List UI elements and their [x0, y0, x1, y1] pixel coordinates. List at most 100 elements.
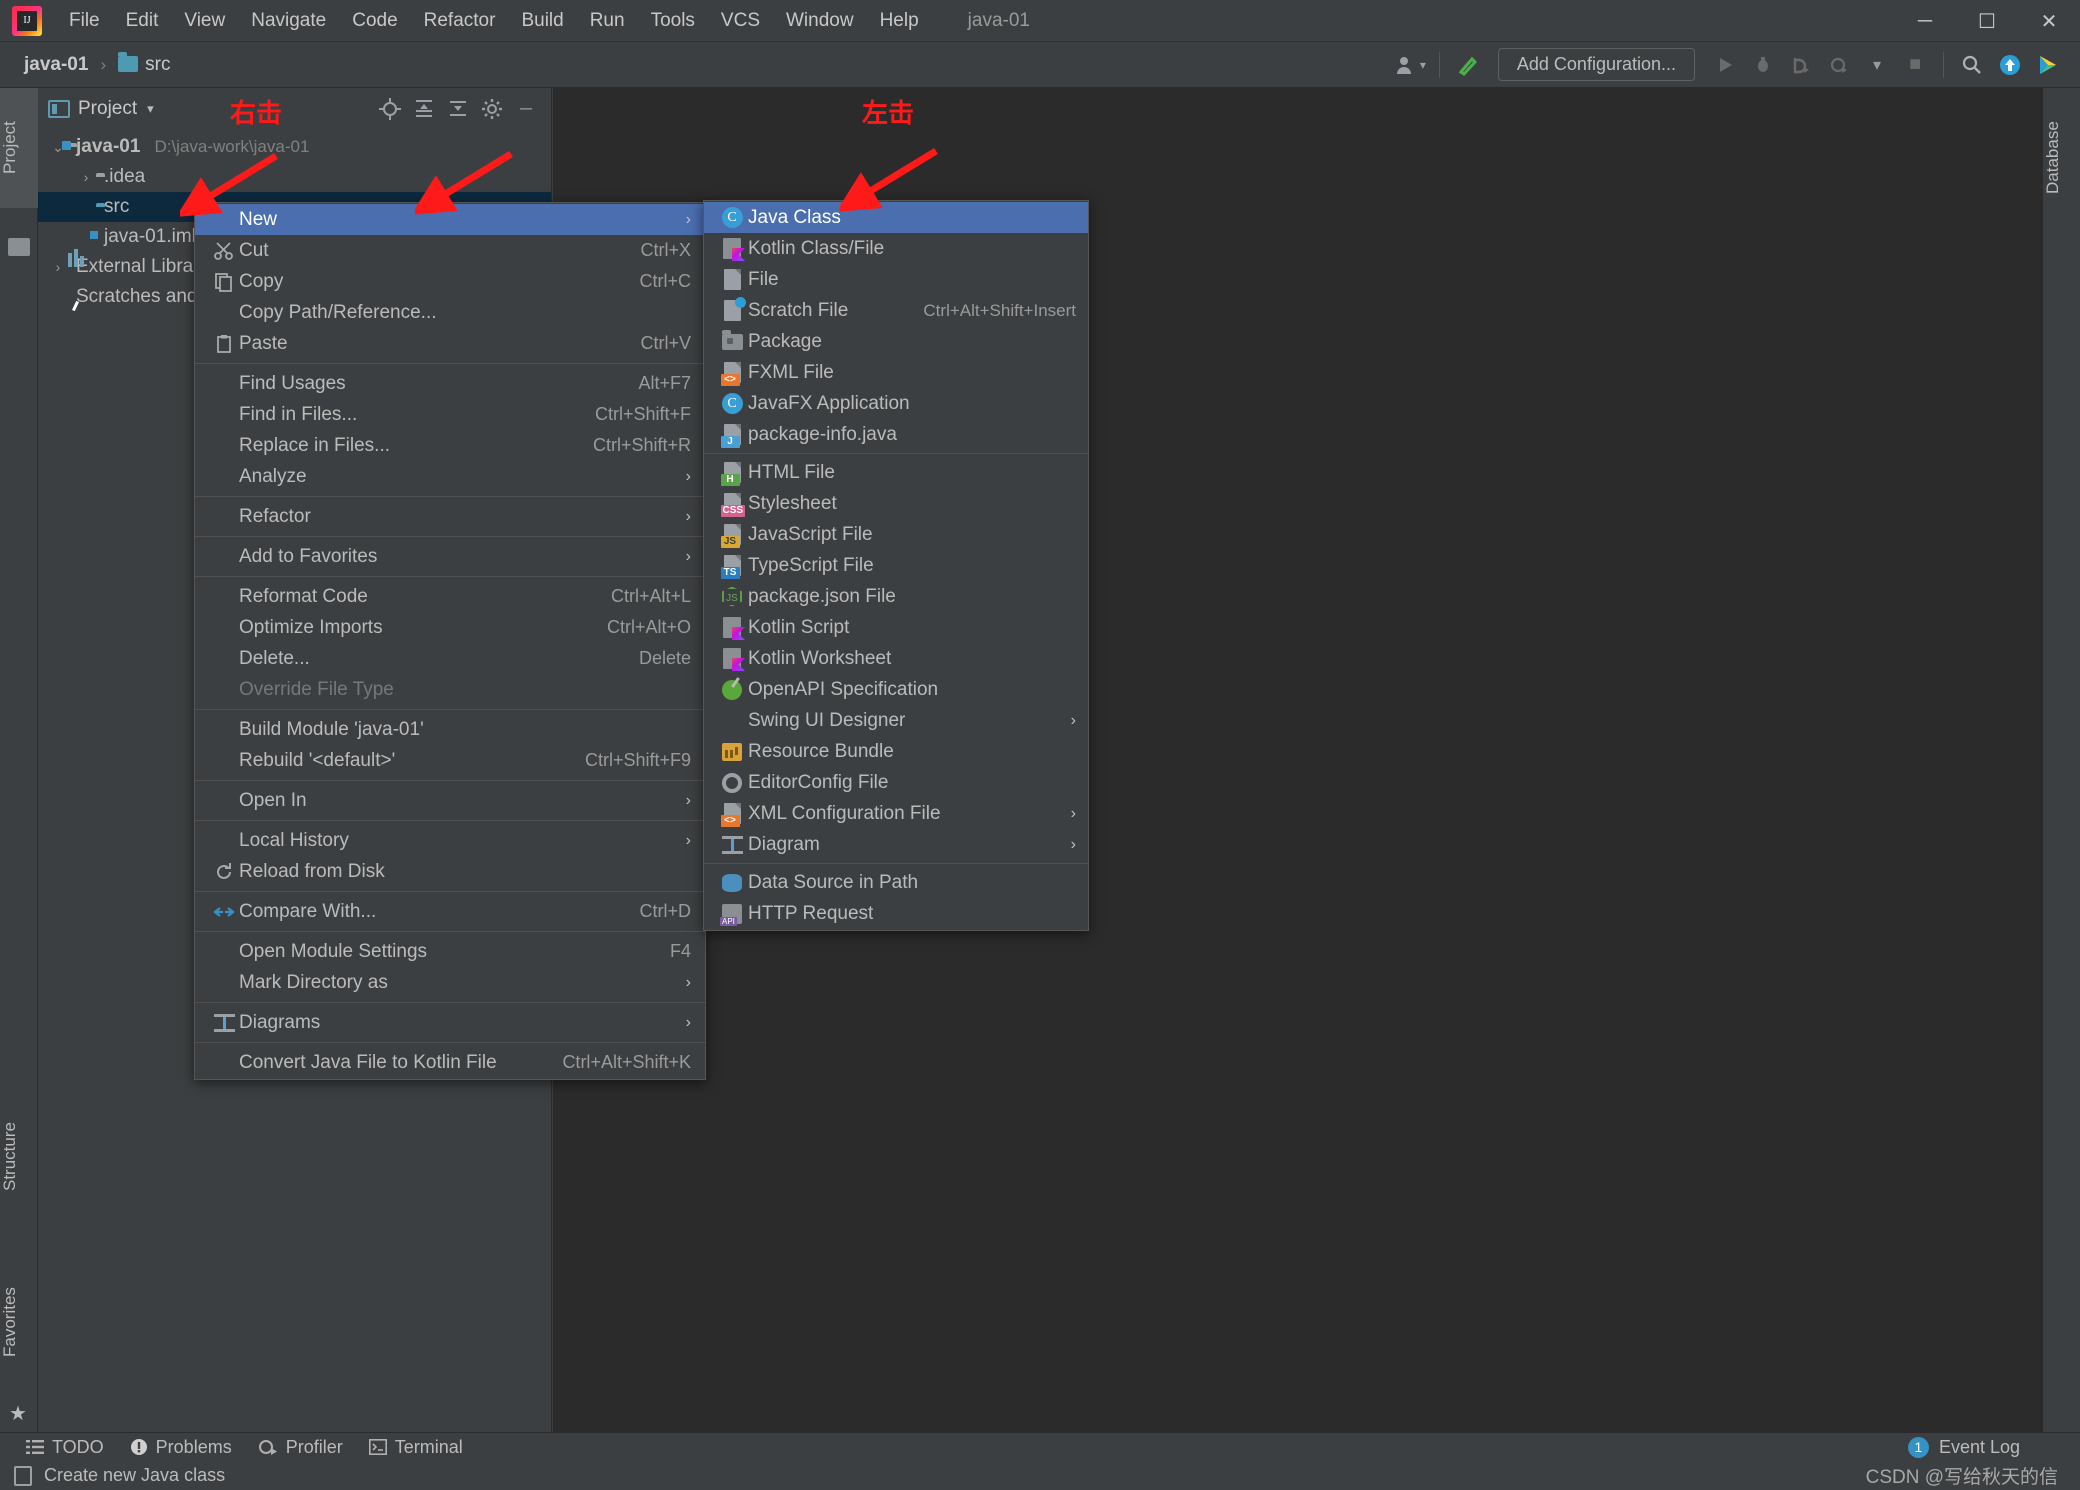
- sidebar-item-project[interactable]: Project: [0, 88, 38, 208]
- new-submenu-item-swing-ui-designer[interactable]: Swing UI Designer›: [704, 705, 1088, 736]
- folder-strip-icon[interactable]: [8, 238, 30, 256]
- menu-view[interactable]: View: [171, 5, 238, 37]
- context-menu-item-open-in[interactable]: Open In›: [195, 785, 705, 816]
- menu-navigate[interactable]: Navigate: [238, 5, 339, 37]
- context-menu-item-optimize-imports[interactable]: Optimize ImportsCtrl+Alt+O: [195, 612, 705, 643]
- tool-window-terminal[interactable]: Terminal: [369, 1437, 463, 1458]
- add-configuration-button[interactable]: Add Configuration...: [1498, 48, 1695, 81]
- new-submenu-item-javafx-application[interactable]: CJavaFX Application: [704, 388, 1088, 419]
- context-menu-item-cut[interactable]: CutCtrl+X: [195, 235, 705, 266]
- new-submenu-item-resource-bundle[interactable]: Resource Bundle: [704, 736, 1088, 767]
- update-project-icon[interactable]: [1992, 47, 2028, 83]
- locate-icon[interactable]: [375, 94, 405, 124]
- context-menu-item-reload-from-disk[interactable]: Reload from Disk: [195, 856, 705, 887]
- context-menu-item-local-history[interactable]: Local History›: [195, 825, 705, 856]
- context-menu-item-add-to-favorites[interactable]: Add to Favorites›: [195, 541, 705, 572]
- menu-file[interactable]: File: [56, 5, 113, 37]
- new-submenu-item-java-class[interactable]: CJava Class: [704, 202, 1088, 233]
- new-submenu-item-kotlin-class-file[interactable]: Kotlin Class/File: [704, 233, 1088, 264]
- context-menu-item-analyze[interactable]: Analyze›: [195, 461, 705, 492]
- menu-tools[interactable]: Tools: [638, 5, 708, 37]
- context-menu-item-find-in-files[interactable]: Find in Files...Ctrl+Shift+F: [195, 399, 705, 430]
- new-submenu-item-typescript-file[interactable]: TSTypeScript File: [704, 550, 1088, 581]
- close-button[interactable]: ✕: [2018, 0, 2080, 42]
- context-menu-item-label: Mark Directory as: [239, 972, 666, 994]
- event-log-area[interactable]: 1 Event Log: [1908, 1437, 2080, 1458]
- context-menu-item-paste[interactable]: PasteCtrl+V: [195, 328, 705, 359]
- breadcrumb-project[interactable]: java-01: [18, 51, 94, 79]
- context-menu-item-rebuild-default[interactable]: Rebuild '<default>'Ctrl+Shift+F9: [195, 745, 705, 776]
- context-menu-item-copy[interactable]: CopyCtrl+C: [195, 266, 705, 297]
- menu-edit[interactable]: Edit: [113, 5, 172, 37]
- menu-refactor[interactable]: Refactor: [411, 5, 509, 37]
- new-submenu-item-diagram[interactable]: Diagram›: [704, 829, 1088, 860]
- new-submenu-item-package[interactable]: Package: [704, 326, 1088, 357]
- context-menu-item-diagrams[interactable]: Diagrams›: [195, 1007, 705, 1038]
- run-button[interactable]: [1707, 47, 1743, 83]
- menu-code[interactable]: Code: [339, 5, 410, 37]
- sidebar-item-structure[interactable]: Structure: [0, 1082, 38, 1232]
- maximize-button[interactable]: ☐: [1956, 0, 2018, 42]
- menu-vcs[interactable]: VCS: [708, 5, 773, 37]
- tool-window-problems[interactable]: Problems: [130, 1437, 232, 1458]
- context-menu-item-open-module-settings[interactable]: Open Module SettingsF4: [195, 936, 705, 967]
- context-menu-item-convert-java-file-to-kotlin-file[interactable]: Convert Java File to Kotlin FileCtrl+Alt…: [195, 1047, 705, 1078]
- chevron-down-icon[interactable]: ▾: [147, 101, 154, 117]
- expand-all-icon[interactable]: [409, 94, 439, 124]
- new-submenu-item-file[interactable]: File: [704, 264, 1088, 295]
- context-menu-item-delete[interactable]: Delete...Delete: [195, 643, 705, 674]
- new-submenu-item-scratch-file[interactable]: Scratch FileCtrl+Alt+Shift+Insert: [704, 295, 1088, 326]
- stop-button[interactable]: ■: [1897, 47, 1933, 83]
- menu-build[interactable]: Build: [508, 5, 576, 37]
- tool-window-profiler[interactable]: Profiler: [258, 1437, 343, 1458]
- run-with-coverage-icon[interactable]: [1783, 47, 1819, 83]
- new-submenu-item-javascript-file[interactable]: JSJavaScript File: [704, 519, 1088, 550]
- new-submenu-item-kotlin-worksheet[interactable]: Kotlin Worksheet: [704, 643, 1088, 674]
- user-icon[interactable]: ▾: [1393, 47, 1429, 83]
- new-submenu-item-editorconfig-file[interactable]: EditorConfig File: [704, 767, 1088, 798]
- context-menu-item-new[interactable]: New›: [195, 204, 705, 235]
- context-menu-item-find-usages[interactable]: Find UsagesAlt+F7: [195, 368, 705, 399]
- menu-window[interactable]: Window: [773, 5, 867, 37]
- profile-icon[interactable]: [1821, 47, 1857, 83]
- event-log-label[interactable]: Event Log: [1939, 1437, 2020, 1458]
- tree-expander-icon[interactable]: ›: [76, 169, 96, 185]
- sidebar-item-database[interactable]: Database: [2043, 88, 2080, 228]
- menu-separator: [195, 931, 705, 932]
- breadcrumb-src[interactable]: src: [112, 51, 176, 79]
- new-submenu-item-package-info-java[interactable]: Jpackage-info.java: [704, 419, 1088, 450]
- context-menu-item-mark-directory-as[interactable]: Mark Directory as›: [195, 967, 705, 998]
- context-menu-item-replace-in-files[interactable]: Replace in Files...Ctrl+Shift+R: [195, 430, 705, 461]
- menu-help[interactable]: Help: [867, 5, 932, 37]
- new-submenu-item-kotlin-script[interactable]: Kotlin Script: [704, 612, 1088, 643]
- new-submenu-item-fxml-file[interactable]: <>FXML File: [704, 357, 1088, 388]
- new-submenu-item-stylesheet[interactable]: CSSStylesheet: [704, 488, 1088, 519]
- new-submenu-item-http-request[interactable]: APIHTTP Request: [704, 898, 1088, 929]
- sidebar-item-favorites[interactable]: Favorites: [0, 1242, 38, 1402]
- context-menu-item-copy-path-reference[interactable]: Copy Path/Reference...: [195, 297, 705, 328]
- gear-icon[interactable]: [477, 94, 507, 124]
- ide-helper-icon[interactable]: [2030, 47, 2066, 83]
- chevron-right-icon: ›: [666, 792, 691, 810]
- new-submenu-item-xml-configuration-file[interactable]: <>XML Configuration File›: [704, 798, 1088, 829]
- new-submenu-item-openapi-specification[interactable]: OpenAPI Specification: [704, 674, 1088, 705]
- debug-icon[interactable]: [1745, 47, 1781, 83]
- new-submenu-item-html-file[interactable]: HHTML File: [704, 457, 1088, 488]
- new-submenu-item-package-json-file[interactable]: JSpackage.json File: [704, 581, 1088, 612]
- build-icon[interactable]: [1450, 47, 1486, 83]
- context-menu-item-refactor[interactable]: Refactor›: [195, 501, 705, 532]
- tree-node-java-01[interactable]: ⌄java-01D:\java-work\java-01: [38, 132, 551, 162]
- context-menu-item-compare-with[interactable]: Compare With...Ctrl+D: [195, 896, 705, 927]
- context-menu-item-reformat-code[interactable]: Reformat CodeCtrl+Alt+L: [195, 581, 705, 612]
- collapse-all-icon[interactable]: [443, 94, 473, 124]
- search-icon[interactable]: [1954, 47, 1990, 83]
- context-menu-item-build-module-java-01[interactable]: Build Module 'java-01': [195, 714, 705, 745]
- tree-node-idea[interactable]: ›.idea: [38, 162, 551, 192]
- chevron-down-icon[interactable]: ▾: [1859, 47, 1895, 83]
- menu-run[interactable]: Run: [577, 5, 638, 37]
- tree-expander-icon[interactable]: ›: [48, 259, 68, 275]
- minimize-button[interactable]: ─: [1894, 0, 1956, 42]
- hide-panel-icon[interactable]: ─: [511, 94, 541, 124]
- tool-window-todo[interactable]: TODO: [26, 1437, 104, 1458]
- new-submenu-item-data-source-in-path[interactable]: Data Source in Path: [704, 867, 1088, 898]
